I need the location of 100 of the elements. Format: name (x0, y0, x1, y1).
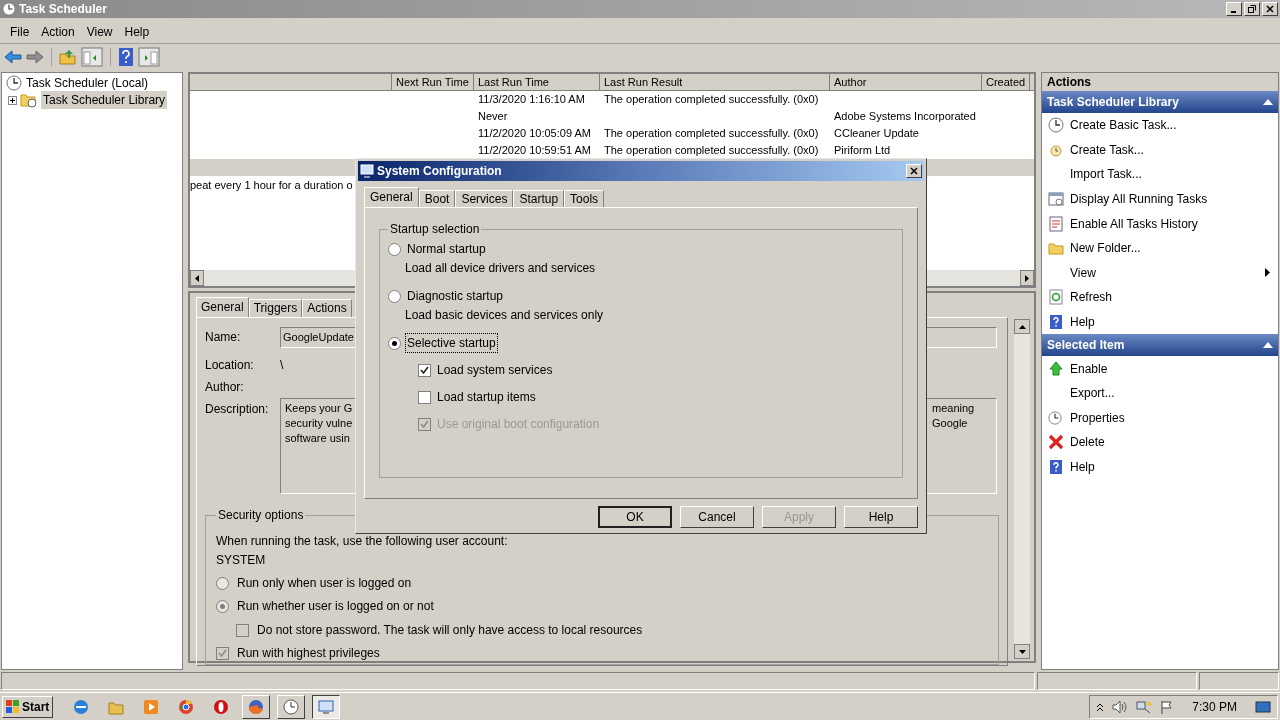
tab[interactable]: General (364, 187, 419, 207)
help-icon (1048, 314, 1064, 331)
minimize-button[interactable] (1226, 2, 1242, 16)
pane-icon[interactable] (138, 47, 160, 67)
option-description: Load all device drivers and services (404, 260, 597, 277)
help-icon[interactable] (118, 47, 134, 67)
account-prompt: When running the task, use the following user account: (216, 533, 509, 550)
column-header[interactable]: Author (830, 74, 982, 90)
notebook-icon (1048, 215, 1064, 232)
tree-item[interactable]: Task Scheduler (Local) (6, 75, 151, 91)
field-label: Location: (205, 357, 255, 374)
vertical-scrollbar[interactable] (1014, 319, 1030, 659)
close-button[interactable] (1262, 2, 1278, 16)
description-line: software usin (285, 431, 351, 446)
taskbar-button[interactable] (312, 694, 341, 719)
chrome-icon (177, 697, 196, 716)
field-label: Author: (205, 379, 245, 396)
column-header[interactable]: Last Run Result (600, 74, 830, 90)
column-header[interactable]: Next Run Time (392, 74, 474, 90)
menu-item[interactable]: Action (35, 22, 81, 41)
table-cell: 11/2/2020 10:59:51 AM (478, 144, 591, 156)
radio-button[interactable] (388, 289, 401, 303)
monitor-icon (360, 164, 374, 178)
submenu-arrow-icon (1265, 268, 1270, 278)
dialog-button[interactable]: Cancel (680, 506, 754, 528)
monitor-icon (317, 697, 336, 716)
option-label: Load system services (437, 362, 553, 379)
option-label: Use original boot configuration (437, 416, 600, 433)
left-arrow-icon[interactable] (195, 274, 199, 282)
refresh-icon (1048, 289, 1064, 306)
close-icon (910, 167, 918, 175)
help-icon (1048, 459, 1064, 475)
up-arrow-icon[interactable] (1018, 324, 1026, 329)
section-title: Selected Item (1047, 337, 1125, 355)
close-icon (1266, 5, 1274, 13)
back-icon[interactable] (4, 49, 22, 65)
group-title: Startup selection (389, 221, 481, 238)
tab[interactable]: Tools (564, 190, 605, 207)
trigger-text: peat every 1 hour for a duration o (190, 178, 353, 193)
forward-icon[interactable] (26, 49, 44, 65)
speaker-icon[interactable] (1112, 699, 1129, 714)
collapse-icon[interactable] (1263, 342, 1273, 349)
tab[interactable]: Actions (302, 299, 352, 317)
field-label: Description: (205, 401, 270, 418)
clock-icon (2, 2, 16, 16)
menu-item[interactable]: View (80, 22, 119, 41)
delete-icon (1048, 434, 1064, 451)
radio-button[interactable] (388, 242, 401, 256)
table-cell: The operation completed successfully. (0x0) (604, 127, 819, 139)
folder-icon (1048, 240, 1064, 257)
network-icon[interactable] (1136, 699, 1153, 714)
restore-button[interactable] (1244, 2, 1260, 16)
description-line: meaning (932, 401, 976, 416)
menu-item[interactable]: File (4, 22, 36, 41)
table-cell: Adobe Systems Incorporated (834, 110, 976, 122)
column-header[interactable]: Last Run Time (474, 74, 600, 90)
right-arrow-icon[interactable] (1025, 274, 1029, 282)
column-header[interactable]: Created (982, 74, 1030, 90)
clock[interactable]: 7:30 PM (1182, 697, 1247, 716)
dialog-title: System Configuration (377, 163, 502, 180)
window-title: Task Scheduler (19, 1, 107, 18)
tab[interactable]: Startup (513, 190, 565, 207)
clock-icon (6, 75, 22, 91)
calendar-icon (1048, 191, 1064, 208)
option-label[interactable]: Normal startup (405, 239, 488, 259)
expand-icon[interactable] (8, 95, 17, 105)
section-title: Task Scheduler Library (1047, 94, 1179, 111)
option-label: Run whether user is logged on or not (237, 598, 434, 615)
radio-button[interactable] (388, 336, 401, 350)
option-label: Load startup items (437, 389, 536, 406)
chevron-up-icon[interactable] (1096, 701, 1105, 712)
option-label[interactable]: Diagnostic startup (405, 286, 506, 306)
collapse-icon[interactable] (1263, 99, 1273, 105)
down-arrow-icon[interactable] (1018, 649, 1026, 654)
table-cell: The operation completed successfully. (0x0) (604, 93, 819, 105)
start-button[interactable]: Start (2, 695, 54, 718)
dialog-button[interactable]: OK (598, 506, 672, 528)
tree-item[interactable]: Task Scheduler Library (41, 91, 168, 109)
menu-item[interactable]: Help (118, 22, 156, 41)
flag-icon[interactable] (1160, 699, 1175, 714)
account-name: SYSTEM (216, 552, 267, 569)
pane-icon[interactable] (81, 47, 103, 67)
description-line: security vulne (285, 416, 353, 431)
table-cell: Never (478, 110, 508, 122)
tab[interactable]: General (196, 297, 249, 317)
option-description: Load basic devices and services only (404, 307, 605, 324)
show-desktop-icon[interactable] (1255, 699, 1271, 714)
tab[interactable]: Triggers (248, 299, 303, 317)
option-label[interactable]: Selective startup (405, 333, 498, 353)
section-header[interactable]: Selected Item (1042, 334, 1278, 357)
option-label: Run only when user is logged on (237, 575, 412, 592)
checkbox[interactable] (418, 390, 431, 404)
field-value: \ (280, 357, 284, 374)
fox-icon (247, 697, 266, 716)
section-header[interactable]: Task Scheduler Library (1042, 91, 1278, 113)
close-button[interactable] (906, 164, 922, 178)
checkbox[interactable] (418, 363, 431, 377)
dialog-button[interactable]: Help (844, 506, 918, 528)
tab[interactable]: Services (455, 190, 514, 207)
tab[interactable]: Boot (418, 190, 456, 207)
